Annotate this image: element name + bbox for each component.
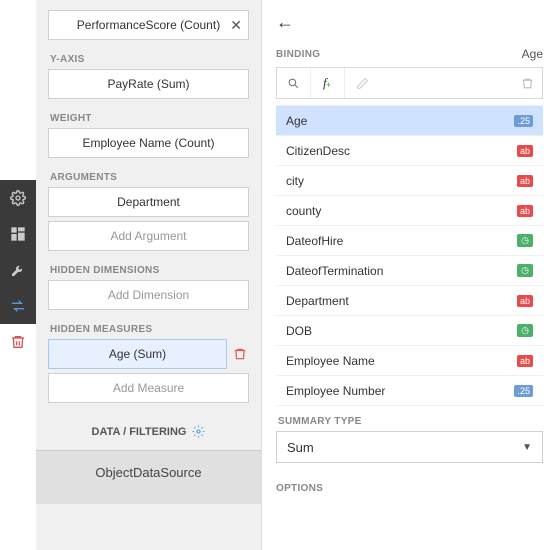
field-item[interactable]: city ab [276, 166, 543, 196]
binding-value: Age [522, 47, 543, 61]
field-type-badge: ◷ [517, 234, 533, 247]
xaxis-field[interactable]: PerformanceScore (Count) ✕ [48, 10, 249, 40]
summary-type-select[interactable]: Sum ▼ [276, 431, 543, 463]
field-type-badge: ab [517, 205, 533, 217]
options-label: OPTIONS [276, 483, 543, 494]
field-item[interactable]: Employee Name ab [276, 346, 543, 376]
field-name: CitizenDesc [286, 144, 350, 158]
field-toolbar: f+ [276, 67, 543, 99]
add-measure-label: Add Measure [113, 381, 184, 395]
search-icon[interactable] [277, 68, 311, 98]
field-list: Age .25 CitizenDesc ab city ab county ab DateofH… [276, 105, 543, 406]
arguments-label: ARGUMENTS [50, 172, 249, 183]
left-toolbar [0, 0, 36, 550]
weight-label: WEIGHT [50, 113, 249, 124]
xaxis-field-label: PerformanceScore (Count) [77, 18, 220, 32]
back-button[interactable]: ← [276, 12, 294, 33]
weight-field-label: Employee Name (Count) [82, 136, 214, 150]
field-item[interactable]: DOB ◷ [276, 316, 543, 346]
add-measure-button[interactable]: Add Measure [48, 373, 249, 403]
remove-measure-icon[interactable] [233, 347, 249, 361]
delete-button[interactable] [0, 324, 36, 360]
add-argument-label: Add Argument [110, 229, 186, 243]
config-panel: PerformanceScore (Count) ✕ Y-AXIS PayRat… [36, 0, 261, 550]
remove-xaxis-icon[interactable]: ✕ [230, 17, 242, 34]
field-name: city [286, 174, 304, 188]
layout-button[interactable] [0, 216, 36, 252]
add-dimension-label: Add Dimension [108, 288, 189, 302]
field-item[interactable]: Employee Number .25 [276, 376, 543, 406]
yaxis-field-label: PayRate (Sum) [107, 77, 189, 91]
field-name: DateofTermination [286, 264, 383, 278]
field-name: Employee Number [286, 384, 385, 398]
hidden-measure-label: Age (Sum) [109, 347, 166, 361]
add-calculated-field-icon[interactable]: f+ [311, 68, 345, 98]
datasource-bar[interactable]: ObjectDataSource [36, 450, 261, 504]
weight-field[interactable]: Employee Name (Count) [48, 128, 249, 158]
field-type-badge: ab [517, 355, 533, 367]
gear-icon [192, 425, 205, 438]
wrench-button[interactable] [0, 252, 36, 288]
yaxis-field[interactable]: PayRate (Sum) [48, 69, 249, 99]
field-type-badge: ◷ [517, 324, 533, 337]
convert-button[interactable] [0, 288, 36, 324]
summary-type-label: SUMMARY TYPE [278, 416, 543, 427]
edit-icon[interactable] [345, 68, 379, 98]
field-name: Age [286, 114, 307, 128]
field-item[interactable]: county ab [276, 196, 543, 226]
field-type-badge: ◷ [517, 264, 533, 277]
field-item[interactable]: Department ab [276, 286, 543, 316]
binding-label: BINDING [276, 49, 320, 60]
field-name: county [286, 204, 321, 218]
field-item[interactable]: DateofHire ◷ [276, 226, 543, 256]
chevron-down-icon: ▼ [522, 442, 532, 453]
field-name: DateofHire [286, 234, 343, 248]
add-argument-button[interactable]: Add Argument [48, 221, 249, 251]
datasource-label: ObjectDataSource [95, 465, 201, 480]
field-name: Department [286, 294, 349, 308]
field-name: Employee Name [286, 354, 375, 368]
data-filtering-label: DATA / FILTERING [92, 426, 187, 438]
binding-panel: ← BINDING Age f+ Age.25CitizenDescabcity… [261, 0, 557, 550]
summary-type-value: Sum [287, 440, 314, 455]
field-item[interactable]: DateofTermination ◷ [276, 256, 543, 286]
field-type-badge: ab [517, 175, 533, 187]
field-item[interactable]: Age .25 [276, 106, 543, 136]
field-name: DOB [286, 324, 312, 338]
hidden-dimensions-label: HIDDEN DIMENSIONS [50, 265, 249, 276]
hidden-measure-field[interactable]: Age (Sum) [48, 339, 227, 369]
yaxis-label: Y-AXIS [50, 54, 249, 65]
field-type-badge: .25 [514, 385, 533, 397]
argument-field-label: Department [117, 195, 180, 209]
argument-field[interactable]: Department [48, 187, 249, 217]
field-item[interactable]: CitizenDesc ab [276, 136, 543, 166]
hidden-measures-label: HIDDEN MEASURES [50, 324, 249, 335]
field-type-badge: ab [517, 145, 533, 157]
data-filtering-link[interactable]: DATA / FILTERING [48, 425, 249, 438]
clear-binding-icon[interactable] [512, 68, 542, 98]
add-dimension-button[interactable]: Add Dimension [48, 280, 249, 310]
field-type-badge: .25 [514, 115, 533, 127]
field-type-badge: ab [517, 295, 533, 307]
settings-button[interactable] [0, 180, 36, 216]
